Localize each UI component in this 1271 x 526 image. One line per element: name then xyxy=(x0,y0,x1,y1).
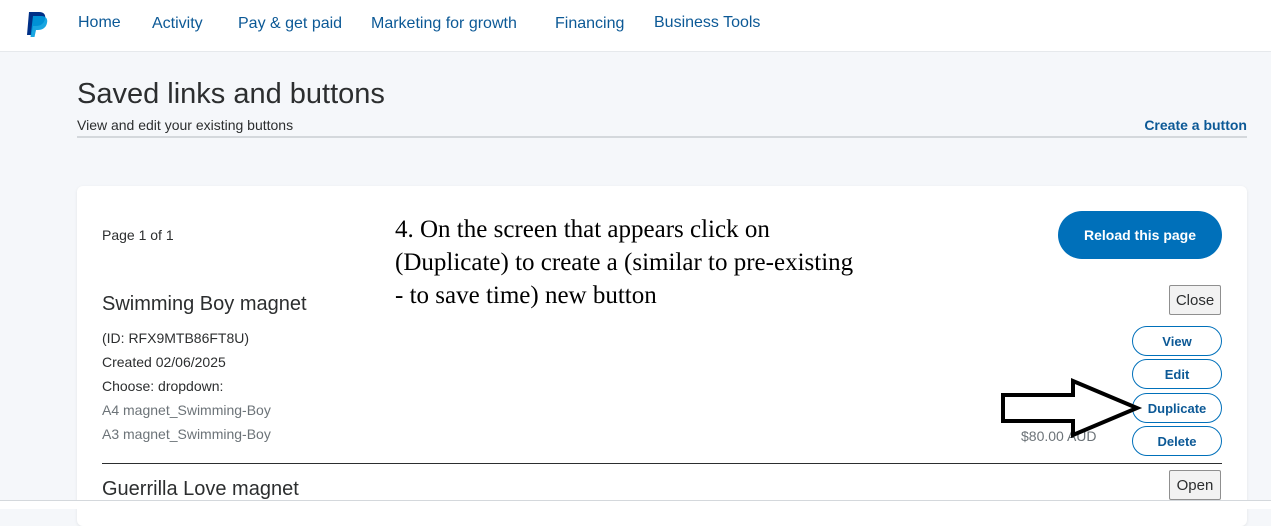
nav-financing[interactable]: Financing xyxy=(555,15,624,33)
create-button-link[interactable]: Create a button xyxy=(1144,117,1247,133)
nav-activity[interactable]: Activity xyxy=(152,15,203,33)
delete-button[interactable]: Delete xyxy=(1132,426,1222,456)
pointer-arrow-icon xyxy=(999,377,1144,445)
reload-page-button[interactable]: Reload this page xyxy=(1058,211,1222,259)
page-title: Saved links and buttons xyxy=(77,78,385,110)
nav-marketing-for-growth[interactable]: Marketing for growth xyxy=(371,15,517,33)
page-indicator: Page 1 of 1 xyxy=(102,227,174,243)
page-subtitle: View and edit your existing buttons xyxy=(77,117,294,133)
item-title: Swimming Boy magnet xyxy=(102,293,307,315)
item-option: A4 magnet_Swimming-Boy xyxy=(102,402,271,418)
paypal-logo-icon[interactable] xyxy=(25,11,49,37)
open-item-button[interactable]: Open xyxy=(1169,470,1221,500)
view-button[interactable]: View xyxy=(1132,326,1222,356)
item-choose-label: Choose: dropdown: xyxy=(102,378,224,394)
close-item-button[interactable]: Close xyxy=(1169,285,1221,315)
item-title: Guerrilla Love magnet xyxy=(102,478,299,500)
tutorial-annotation-text: 4. On the screen that appears click on (… xyxy=(395,216,854,309)
nav-home[interactable]: Home xyxy=(78,14,121,32)
nav-pay-and-get-paid[interactable]: Pay & get paid xyxy=(238,15,342,33)
nav-business-tools[interactable]: Business Tools xyxy=(654,14,760,32)
top-navigation: Home Activity Pay & get paid Marketing f… xyxy=(0,0,1271,52)
item-divider xyxy=(102,463,1222,464)
edit-button[interactable]: Edit xyxy=(1132,359,1222,389)
item-created-date: Created 02/06/2025 xyxy=(102,354,226,370)
bottom-edge xyxy=(0,500,1271,509)
item-id: (ID: RFX9MTB86FT8U) xyxy=(102,330,250,346)
item-option: A3 magnet_Swimming-Boy xyxy=(102,426,271,442)
header-divider xyxy=(77,136,1247,138)
duplicate-button[interactable]: Duplicate xyxy=(1132,393,1222,423)
